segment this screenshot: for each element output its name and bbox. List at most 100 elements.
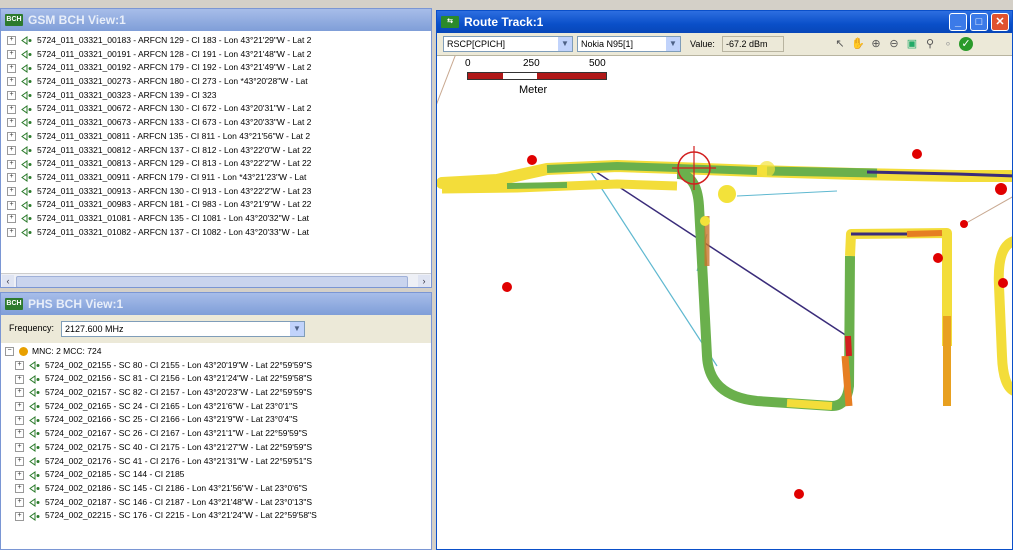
tree-item[interactable]: +5724_002_02215 - SC 176 - CI 2215 - Lon… (9, 509, 431, 523)
scroll-right-icon[interactable]: › (418, 275, 430, 287)
tree-item[interactable]: +5724_011_03321_00813 - ARFCN 129 - CI 8… (1, 157, 431, 171)
expand-icon[interactable]: + (7, 159, 16, 169)
tree-item[interactable]: +5724_002_02157 - SC 82 - CI 2157 - Lon … (9, 386, 431, 400)
device-select[interactable]: Nokia N95[1] ▼ (577, 36, 681, 52)
expand-icon[interactable]: + (15, 443, 24, 453)
expand-icon[interactable]: + (7, 214, 16, 224)
tree-item[interactable]: +5724_011_03321_00911 - ARFCN 179 - CI 9… (1, 171, 431, 185)
expand-icon[interactable]: + (15, 484, 24, 494)
expand-icon[interactable]: + (7, 118, 16, 128)
tree-item[interactable]: +5724_002_02165 - SC 24 - CI 2165 - Lon … (9, 400, 431, 414)
expand-icon[interactable]: + (15, 456, 24, 466)
value-field: -67.2 dBm (722, 36, 784, 52)
mnc-root-node[interactable]: − MNC: 2 MCC: 724 (1, 345, 431, 359)
scroll-left-icon[interactable]: ‹ (2, 275, 14, 287)
search-icon[interactable]: ⚲ (923, 37, 937, 51)
tree-item[interactable]: +5724_011_03321_01081 - ARFCN 135 - CI 1… (1, 212, 431, 226)
tree-item[interactable]: +5724_011_03321_00192 - ARFCN 179 - CI 1… (1, 61, 431, 75)
tree-item[interactable]: +5724_011_03321_00811 - ARFCN 135 - CI 8… (1, 130, 431, 144)
expand-icon[interactable]: + (7, 77, 16, 87)
route-title-bar[interactable]: ⇆ Route Track:1 (437, 11, 1012, 33)
tree-item-label: 5724_002_02215 - SC 176 - CI 2215 - Lon … (45, 510, 317, 521)
pointer-icon[interactable]: ↖ (833, 37, 847, 51)
expand-icon[interactable]: + (15, 374, 24, 384)
zoom-out-icon[interactable]: ⊖ (887, 37, 901, 51)
tree-item[interactable]: +5724_002_02176 - SC 41 - CI 2176 - Lon … (9, 455, 431, 469)
expand-icon[interactable]: + (7, 173, 16, 183)
scroll-thumb[interactable] (16, 276, 408, 287)
tree-item[interactable]: +5724_002_02156 - SC 81 - CI 2156 - Lon … (9, 372, 431, 386)
expand-icon[interactable]: + (15, 429, 24, 439)
tree-item[interactable]: +5724_011_03321_00273 - ARFCN 180 - CI 2… (1, 75, 431, 89)
expand-icon[interactable]: + (7, 200, 16, 210)
route-main-road-overlay (546, 161, 758, 175)
expand-icon[interactable]: + (7, 132, 16, 142)
chevron-down-icon[interactable]: ▼ (666, 37, 680, 51)
check-icon[interactable]: ✓ (959, 37, 973, 51)
tree-item[interactable]: +5724_011_03321_00672 - ARFCN 130 - CI 6… (1, 102, 431, 116)
expand-icon[interactable]: + (15, 402, 24, 412)
tree-item[interactable]: +5724_002_02167 - SC 26 - CI 2167 - Lon … (9, 427, 431, 441)
expand-icon[interactable]: + (7, 227, 16, 237)
device-select-value: Nokia N95[1] (581, 39, 634, 49)
chevron-down-icon[interactable]: ▼ (290, 322, 304, 336)
tree-item[interactable]: +5724_011_03321_00673 - ARFCN 133 - CI 6… (1, 116, 431, 130)
metric-select[interactable]: RSCP[CPICH] ▼ (443, 36, 573, 52)
tree-item-label: 5724_011_03321_00813 - ARFCN 129 - CI 81… (37, 158, 312, 169)
cell-antenna-icon (21, 200, 32, 210)
expand-icon[interactable]: + (7, 63, 16, 73)
gsm-title-bar[interactable]: BCH GSM BCH View:1 (1, 9, 431, 31)
tree-item[interactable]: +5724_002_02186 - SC 145 - CI 2186 - Lon… (9, 482, 431, 496)
tree-item-label: 5724_011_03321_00183 - ARFCN 129 - CI 18… (37, 35, 312, 45)
minimize-button[interactable]: _ (949, 13, 967, 31)
site-link-line (736, 190, 838, 197)
tree-item[interactable]: +5724_011_03321_00913 - ARFCN 130 - CI 9… (1, 185, 431, 199)
expand-icon[interactable]: + (7, 104, 16, 114)
collapse-icon[interactable]: − (5, 347, 14, 357)
frequency-select[interactable]: 2127.600 MHz ▼ (61, 321, 305, 337)
site-marker (995, 183, 1007, 195)
tree-item[interactable]: +5724_011_03321_01082 - ARFCN 137 - CI 1… (1, 226, 431, 240)
tree-item[interactable]: +5724_002_02155 - SC 80 - CI 2155 - Lon … (9, 359, 431, 373)
expand-icon[interactable]: + (7, 145, 16, 155)
tree-item-label: 5724_011_03321_01082 - ARFCN 137 - CI 10… (37, 226, 310, 237)
cell-antenna-icon (29, 429, 40, 439)
tree-item[interactable]: +5724_002_02175 - SC 40 - CI 2175 - Lon … (9, 441, 431, 455)
tree-item[interactable]: +5724_011_03321_00983 - ARFCN 181 - CI 9… (1, 198, 431, 212)
expand-icon[interactable]: + (15, 415, 24, 425)
expand-icon[interactable]: + (15, 511, 24, 521)
expand-icon[interactable]: + (7, 50, 16, 60)
tree-item[interactable]: +5724_011_03321_00812 - ARFCN 137 - CI 8… (1, 144, 431, 158)
tree-item[interactable]: +5724_011_03321_00323 - ARFCN 139 - CI 3… (1, 89, 431, 103)
tree-item[interactable]: +5724_002_02166 - SC 25 - CI 2166 - Lon … (9, 413, 431, 427)
pan-icon[interactable]: ✋ (851, 37, 865, 51)
zoom-in-icon[interactable]: ⊕ (869, 37, 883, 51)
route-icon: ⇆ (441, 16, 459, 28)
network-icon (19, 347, 28, 357)
tree-item[interactable]: +5724_002_02185 - SC 144 - CI 2185 (9, 468, 431, 482)
site-marker (933, 253, 943, 263)
tree-item-label: 5724_011_03321_00323 - ARFCN 139 - CI 32… (37, 89, 217, 100)
expand-icon[interactable]: + (15, 361, 24, 371)
tree-item-label: 5724_011_03321_00911 - ARFCN 179 - CI 91… (37, 171, 307, 182)
tree-item[interactable]: +5724_011_03321_00191 - ARFCN 128 - CI 1… (1, 48, 431, 62)
expand-icon[interactable]: + (15, 497, 24, 507)
phs-cell-tree: − MNC: 2 MCC: 724 +5724_002_02155 - SC 8… (1, 345, 431, 523)
settings-icon[interactable]: ∘ (941, 37, 955, 51)
expand-icon[interactable]: + (7, 91, 16, 101)
tree-item[interactable]: +5724_011_03321_00183 - ARFCN 129 - CI 1… (1, 34, 431, 48)
zoom-extent-icon[interactable]: ▣ (905, 37, 919, 51)
expand-icon[interactable]: + (15, 388, 24, 398)
close-button[interactable]: ✕ (991, 13, 1009, 31)
gsm-horizontal-scrollbar[interactable]: ‹ › (1, 273, 431, 287)
maximize-button[interactable]: □ (970, 13, 988, 31)
expand-icon[interactable]: + (7, 36, 16, 46)
route-map[interactable]: 0 250 500 Meter (437, 56, 1012, 549)
bch-icon: BCH (5, 298, 23, 310)
tree-item[interactable]: +5724_002_02187 - SC 146 - CI 2187 - Lon… (9, 496, 431, 510)
chevron-down-icon[interactable]: ▼ (558, 37, 572, 51)
expand-icon[interactable]: + (15, 470, 24, 480)
expand-icon[interactable]: + (7, 186, 16, 196)
phs-title-bar[interactable]: BCH PHS BCH View:1 (1, 293, 431, 315)
tree-item-label: 5724_002_02165 - SC 24 - CI 2165 - Lon 4… (45, 400, 298, 411)
